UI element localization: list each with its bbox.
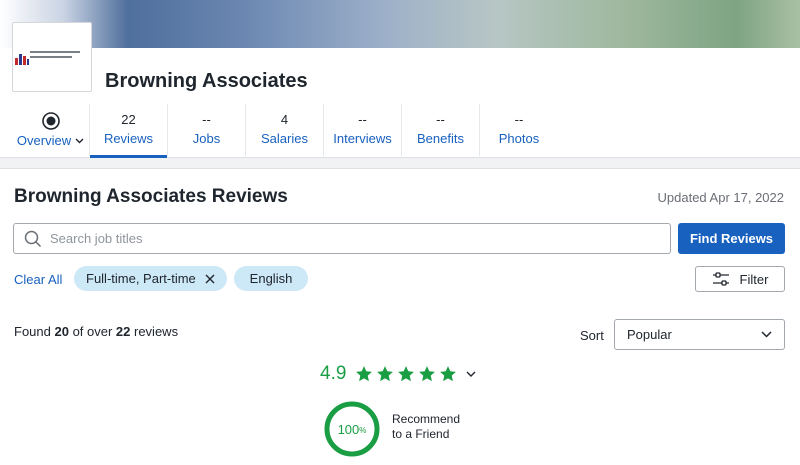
tab-count: -- (514, 112, 524, 127)
tab-salaries[interactable]: 4 Salaries (246, 104, 324, 156)
tab-count: 22 (121, 112, 136, 127)
chevron-down-icon (75, 138, 84, 143)
tab-reviews[interactable]: 22 Reviews (90, 104, 168, 158)
chevron-down-icon (761, 331, 772, 338)
tab-label: Jobs (192, 131, 221, 146)
company-name: Browning Associates (105, 70, 308, 92)
sort-value: Popular (627, 327, 672, 342)
chip-label: English (249, 271, 293, 286)
reviews-title: Browning Associates Reviews (14, 186, 288, 207)
cover-banner (0, 0, 800, 48)
star-icon (419, 366, 436, 382)
tab-benefits[interactable]: -- Benefits (402, 104, 480, 156)
tab-count: -- (436, 112, 445, 127)
overall-rating[interactable]: 4.9 (320, 363, 476, 385)
star-icon (440, 366, 457, 382)
rating-value: 4.9 (320, 363, 347, 384)
filter-label: Filter (739, 271, 769, 287)
company-logo (12, 22, 92, 92)
sort-dropdown[interactable]: Popular (614, 319, 785, 350)
found-count: Found 20 of over 22 reviews (14, 324, 179, 339)
star-icon (398, 366, 415, 382)
chevron-down-icon (466, 371, 476, 377)
tab-label: Salaries (261, 131, 308, 146)
tab-label: Reviews (103, 131, 154, 146)
clear-all-link[interactable]: Clear All (14, 272, 62, 287)
star-icon (377, 366, 394, 382)
filter-chip-employment[interactable]: Full-time, Part-time (74, 266, 227, 291)
close-icon[interactable] (205, 274, 215, 284)
updated-date: Updated Apr 17, 2022 (657, 190, 785, 205)
filter-chip-language[interactable]: English (234, 266, 308, 291)
target-icon (41, 112, 60, 130)
chip-label: Full-time, Part-time (86, 271, 196, 286)
reviews-card: Browning Associates Reviews Updated Apr … (0, 168, 800, 465)
filter-button[interactable]: Filter (695, 266, 785, 292)
sort-label: Sort (580, 328, 604, 343)
recommend-percent: 100 (337, 421, 360, 437)
tab-label: Overview (16, 133, 72, 148)
tab-label: Photos (498, 131, 540, 146)
search-icon (24, 230, 42, 247)
tab-count: 4 (280, 112, 289, 127)
tab-overview[interactable]: Overview (12, 104, 90, 156)
star-icon (356, 366, 373, 382)
sliders-icon (712, 272, 729, 286)
search-input[interactable] (50, 231, 650, 246)
recommend-ring: 100% (323, 400, 381, 458)
recommend-label: Recommend to a Friend (392, 412, 461, 441)
tab-count: -- (358, 112, 367, 127)
search-box[interactable] (13, 223, 671, 254)
tab-photos[interactable]: -- Photos (480, 104, 558, 156)
company-tabs: Overview 22 Reviews -- Jobs 4 Salaries -… (12, 104, 558, 158)
tab-count: -- (202, 112, 211, 127)
tab-label: Benefits (417, 131, 464, 146)
tab-jobs[interactable]: -- Jobs (168, 104, 246, 156)
tab-label: Interviews (333, 131, 392, 146)
find-reviews-button[interactable]: Find Reviews (678, 223, 785, 254)
rating-stars (355, 365, 457, 383)
tab-interviews[interactable]: -- Interviews (324, 104, 402, 156)
